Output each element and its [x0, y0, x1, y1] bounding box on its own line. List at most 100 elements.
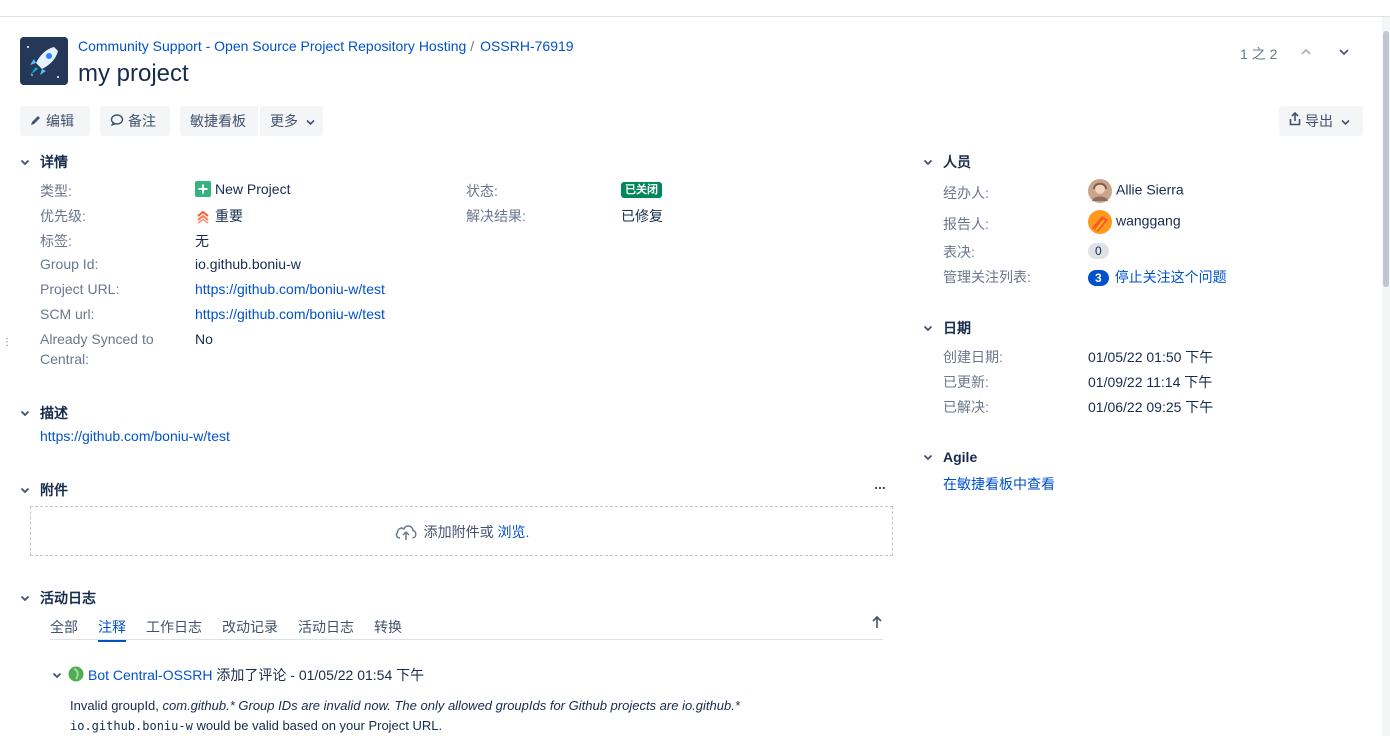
assignee-value[interactable]: Allie Sierra: [1088, 179, 1184, 203]
chevron-down-icon: [306, 113, 315, 129]
chevron-down-icon: [1341, 113, 1350, 129]
issue-title[interactable]: my project: [78, 60, 189, 88]
scm-url-label: SCM url:: [40, 306, 95, 322]
tab-activity[interactable]: 活动日志: [298, 617, 354, 637]
attachments-section-toggle[interactable]: 附件: [20, 480, 68, 500]
tab-work-log[interactable]: 工作日志: [146, 617, 202, 637]
tab-all[interactable]: 全部: [50, 617, 78, 637]
dropzone-text: 添加附件或: [423, 524, 494, 540]
issue-pager-count: 1 之 2: [1240, 46, 1278, 62]
page-scrollbar[interactable]: [1382, 17, 1390, 736]
chevron-down-icon: [20, 485, 32, 497]
previous-issue-chevron-up-icon[interactable]: [1295, 42, 1317, 64]
edit-button-label: 编辑: [46, 113, 74, 129]
created-value: 01/05/22 01:50 下午: [1088, 349, 1214, 365]
details-section-toggle[interactable]: 详情: [20, 152, 68, 172]
tab-history[interactable]: 改动记录: [222, 617, 278, 637]
tab-transitions[interactable]: 转换: [374, 617, 402, 637]
type-value: New Project: [195, 181, 290, 200]
already-synced-label-line2: Central:: [40, 351, 90, 367]
already-synced-label-line1: Already Synced to: [40, 331, 154, 347]
sort-order-arrow-up-icon[interactable]: [870, 614, 884, 630]
votes-label: 表决:: [943, 244, 975, 260]
chevron-down-icon: [20, 157, 32, 169]
people-section-toggle[interactable]: 人员: [923, 152, 971, 172]
watchers-label: 管理关注列表:: [943, 269, 1031, 285]
type-value-text: New Project: [215, 181, 291, 197]
agile-section-toggle[interactable]: Agile: [923, 449, 977, 465]
group-id-label: Group Id:: [40, 256, 99, 272]
priority-major-icon: [195, 208, 211, 227]
attachments-more-options-icon[interactable]: ...: [872, 477, 888, 495]
browse-files-link[interactable]: 浏览.: [498, 524, 530, 540]
comment-action-text: 添加了评论 - 01/05/22 01:54 下午: [216, 667, 425, 683]
comment-body-line1: Invalid groupId, com.github.* Group IDs …: [70, 698, 740, 713]
comment-text: would be valid based on your Project URL…: [192, 718, 443, 733]
comment-button[interactable]: 备注: [100, 106, 170, 136]
bot-avatar: [68, 666, 84, 685]
status-label: 状态:: [466, 183, 498, 199]
labels-label: 标签:: [40, 233, 72, 249]
description-link[interactable]: https://github.com/boniu-w/test: [40, 428, 230, 444]
drag-handle-icon[interactable]: ⋮: [2, 338, 12, 354]
created-label: 创建日期:: [943, 349, 1003, 365]
more-dropdown-button[interactable]: 更多: [260, 106, 323, 136]
comment-collapse-chevron-icon[interactable]: [52, 666, 62, 682]
breadcrumb-issue-key-link[interactable]: OSSRH-76919: [480, 38, 573, 54]
assignee-name: Allie Sierra: [1116, 181, 1184, 198]
pencil-icon: [30, 106, 42, 136]
dates-section-toggle[interactable]: 日期: [923, 318, 971, 338]
watchers-count-badge[interactable]: 3: [1088, 270, 1109, 286]
description-section-toggle[interactable]: 描述: [20, 403, 68, 423]
updated-value: 01/09/22 11:14 下午: [1088, 374, 1213, 390]
assignee-label: 经办人:: [943, 185, 989, 201]
export-dropdown-button[interactable]: 导出: [1279, 106, 1363, 136]
comment-bubble-icon: [110, 106, 124, 136]
comment-text: Invalid groupId,: [70, 698, 163, 713]
tab-comments[interactable]: 注释: [98, 617, 126, 642]
next-issue-chevron-down-icon[interactable]: [1333, 42, 1355, 64]
stop-watching-link[interactable]: 停止关注这个问题: [1115, 269, 1227, 285]
agile-heading: Agile: [943, 449, 978, 465]
comment-header: Bot Central-OSSRH 添加了评论 - 01/05/22 01:54…: [52, 665, 424, 685]
view-on-board-link[interactable]: 在敏捷看板中查看: [943, 474, 1055, 494]
project-url-link[interactable]: https://github.com/boniu-w/test: [195, 281, 385, 297]
activity-tabs: 全部 注释 工作日志 改动记录 活动日志 转换: [50, 616, 883, 642]
attachments-heading: 附件: [40, 482, 68, 498]
labels-value[interactable]: 无: [195, 231, 209, 251]
breadcrumb-project-link[interactable]: Community Support - Open Source Project …: [78, 38, 466, 54]
edit-button[interactable]: 编辑: [20, 106, 90, 136]
project-avatar-rocket-icon[interactable]: [20, 37, 68, 85]
project-url-label: Project URL:: [40, 281, 120, 297]
dates-heading: 日期: [943, 320, 971, 336]
votes-value[interactable]: 0: [1088, 242, 1109, 259]
reporter-avatar: [1088, 210, 1112, 234]
priority-value: 重要: [195, 206, 243, 227]
scm-url-link[interactable]: https://github.com/boniu-w/test: [195, 306, 385, 322]
new-project-plus-icon: [195, 181, 211, 200]
activity-section-toggle[interactable]: 活动日志: [20, 588, 96, 608]
comment-code: io.github.boniu-w: [70, 719, 193, 733]
updated-label: 已更新:: [943, 374, 989, 390]
export-share-icon: [1289, 106, 1301, 136]
comment-emphasis: com.github.* Group IDs are invalid now. …: [162, 698, 740, 713]
more-button-label: 更多: [270, 113, 298, 129]
already-synced-value: No: [195, 331, 213, 347]
priority-label: 优先级:: [40, 208, 86, 224]
top-divider: [0, 16, 1390, 17]
resolution-value: 已修复: [621, 208, 663, 224]
details-heading: 详情: [40, 154, 68, 170]
reporter-value[interactable]: wanggang: [1088, 210, 1181, 234]
chevron-down-icon: [923, 452, 935, 464]
priority-value-text: 重要: [215, 208, 243, 224]
agile-board-button[interactable]: 敏捷看板: [180, 106, 258, 136]
assignee-avatar: [1088, 179, 1112, 203]
group-id-value: io.github.boniu-w: [195, 256, 301, 272]
votes-count-badge: 0: [1088, 243, 1109, 259]
cloud-upload-icon: [394, 512, 418, 562]
activity-heading: 活动日志: [40, 590, 96, 606]
attachment-dropzone[interactable]: 添加附件或 浏览.: [30, 506, 893, 556]
comment-author-link[interactable]: Bot Central-OSSRH: [88, 667, 212, 683]
watchers-value: 3 停止关注这个问题: [1088, 267, 1227, 287]
scrollbar-thumb[interactable]: [1383, 31, 1389, 287]
